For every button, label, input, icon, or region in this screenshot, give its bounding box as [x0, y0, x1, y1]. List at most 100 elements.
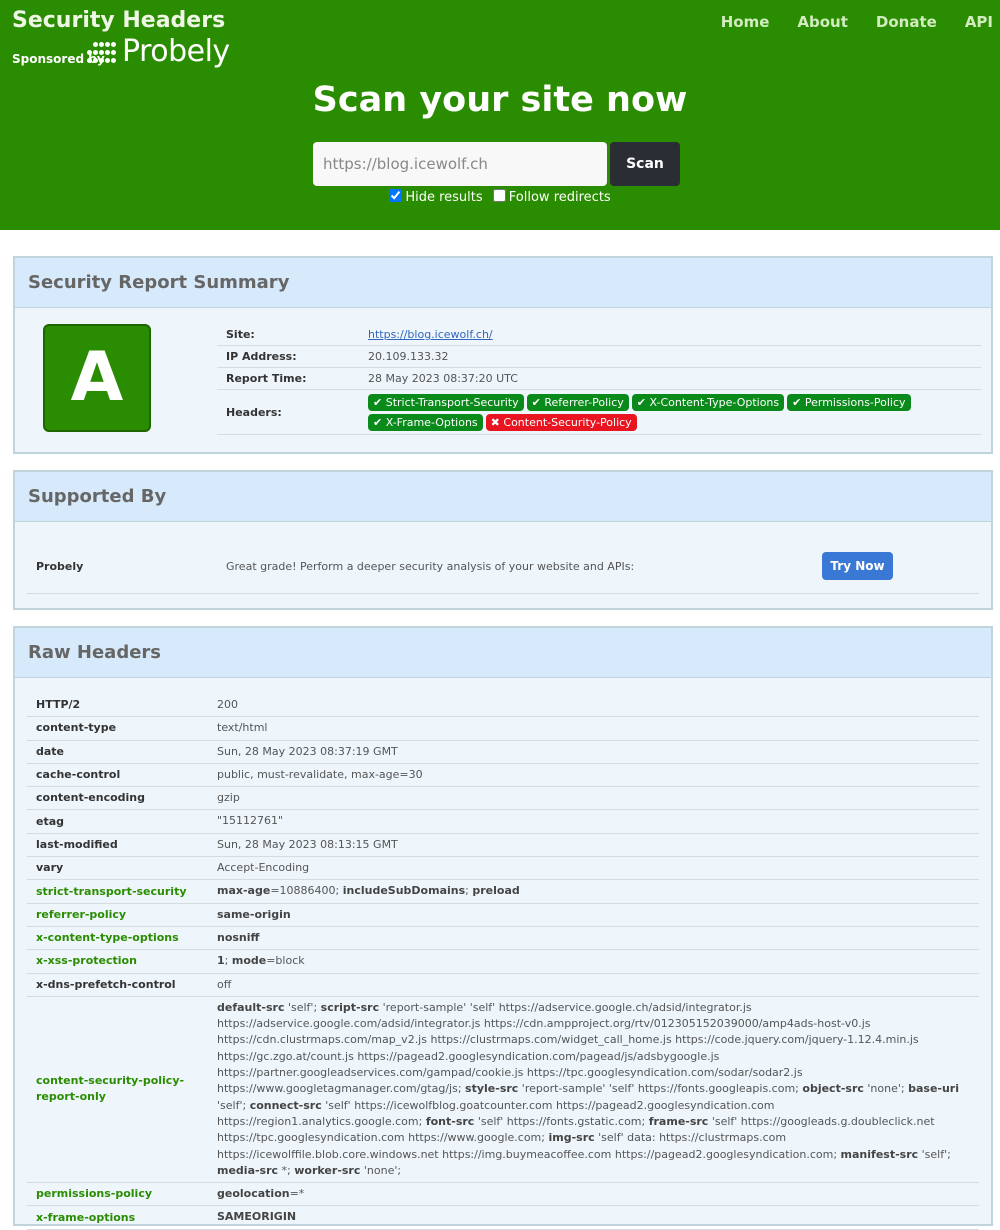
- header-value: Accept-Encoding: [217, 861, 310, 875]
- header-row: date Sun, 28 May 2023 08:37:19 GMT: [27, 741, 979, 764]
- header-badge[interactable]: ✔ Referrer-Policy: [526, 393, 629, 411]
- probely-wordmark: Probely: [122, 34, 230, 69]
- header-name: referrer-policy: [36, 907, 127, 921]
- header-name: date: [36, 744, 65, 758]
- header-badges: ✔ Strict-Transport-Security ✔ Referrer-P…: [368, 391, 981, 434]
- nav-about[interactable]: About: [797, 13, 848, 31]
- sponsor-line: Sponsored by Probely: [12, 34, 252, 72]
- supported-by-panel: Supported By Probely Great grade! Perfor…: [13, 470, 993, 610]
- sponsor-row: Probely Great grade! Perform a deeper se…: [27, 538, 979, 594]
- follow-redirects-label: Follow redirects: [508, 190, 611, 205]
- check-icon: ✔: [373, 415, 386, 429]
- header-row: content-security-policy-report-only defau…: [27, 997, 979, 1184]
- security-report-summary: Security Report Summary A Site: https://…: [13, 256, 993, 454]
- header-value: gzip: [217, 791, 240, 805]
- summary-row-headers: Headers: ✔ Strict-Transport-Security ✔ R…: [217, 390, 981, 435]
- sponsor-name: Probely: [36, 560, 84, 573]
- grade-badge: A: [43, 324, 151, 432]
- summary-label: IP Address:: [226, 350, 297, 363]
- header-row: x-frame-options SAMEORIGIN: [27, 1206, 979, 1230]
- header-badge[interactable]: ✔ X-Frame-Options: [368, 413, 483, 431]
- header-value: Sun, 28 May 2023 08:13:15 GMT: [217, 837, 398, 851]
- header-badge[interactable]: ✔ Permissions-Policy: [787, 393, 911, 411]
- header-row: vary Accept-Encoding: [27, 857, 979, 881]
- ip-address-value: 20.109.133.32: [368, 350, 449, 363]
- header-name: etag: [36, 814, 65, 828]
- check-icon: ✔: [373, 395, 386, 409]
- try-now-button[interactable]: Try Now: [822, 552, 893, 580]
- header-row: content-type text/html: [27, 717, 979, 741]
- header-name: vary: [36, 861, 64, 875]
- header-name: x-xss-protection: [36, 954, 137, 968]
- header-badge-missing[interactable]: ✖ Content-Security-Policy: [485, 413, 637, 431]
- hide-results-checkbox[interactable]: [389, 189, 403, 202]
- summary-table: Site: https://blog.icewolf.ch/ IP Addres…: [217, 324, 981, 435]
- main-nav: Home About Donate API: [693, 13, 993, 31]
- check-icon: ✔: [531, 395, 545, 409]
- raw-headers-panel: Raw Headers HTTP/2 200 content-type text/ht…: [13, 626, 993, 1230]
- scan-button[interactable]: Scan: [610, 142, 680, 186]
- raw-headers-title: Raw Headers: [15, 628, 991, 678]
- header-row: referrer-policy same-origin: [27, 904, 979, 927]
- brand: Security Headers Sponsored by Probely: [12, 8, 230, 69]
- summary-row-site: Site: https://blog.icewolf.ch/: [217, 324, 981, 346]
- header-row: content-encoding gzip: [27, 787, 979, 811]
- header-name: HTTP/2: [36, 698, 81, 712]
- header-row: etag "15112761": [27, 810, 979, 834]
- check-icon: ✔: [636, 395, 650, 409]
- header-row: x-xss-protection 1; mode=block: [27, 950, 979, 974]
- supported-title: Supported By: [15, 472, 991, 522]
- header-value: SAMEORIGIN: [217, 1210, 297, 1224]
- header-name: cache-control: [36, 768, 121, 782]
- scan-options: Hide results Follow redirects: [0, 189, 1000, 205]
- header-name: content-encoding: [36, 791, 146, 805]
- header-value: same-origin: [217, 907, 291, 921]
- header-value: off: [217, 977, 232, 991]
- summary-title: Security Report Summary: [15, 258, 991, 308]
- cross-icon: ✖: [490, 415, 504, 429]
- raw-headers-table: HTTP/2 200 content-type text/html date Sun, 2…: [27, 694, 979, 1230]
- summary-label: Headers:: [226, 405, 282, 419]
- hide-results-option[interactable]: Hide results: [389, 189, 483, 205]
- header-value: public, must-revalidate, max-age=30: [217, 767, 423, 781]
- summary-label: Site:: [226, 328, 255, 341]
- header-value: text/html: [217, 721, 268, 735]
- header-row: last-modified Sun, 28 May 2023 08:13:15 G…: [27, 834, 979, 858]
- header-name: content-type: [36, 721, 117, 735]
- header-name: x-content-type-options: [36, 931, 179, 945]
- header-value: nosniff: [217, 930, 260, 944]
- header-name: last-modified: [36, 837, 118, 851]
- header-value: "15112761": [217, 814, 284, 828]
- header-row: cache-control public, must-revalidate, ma…: [27, 764, 979, 788]
- header-row: x-dns-prefetch-control off: [27, 974, 979, 997]
- report-time-value: 28 May 2023 08:37:20 UTC: [368, 372, 518, 385]
- header-value: default-src 'self'; script-src 'report-s…: [217, 1000, 959, 1177]
- header-badge[interactable]: ✔ Strict-Transport-Security: [368, 393, 524, 411]
- scan-url-input[interactable]: [313, 142, 607, 186]
- header-value: 1; mode=block: [217, 954, 305, 968]
- site-header: Security Headers Sponsored by Probely Ho…: [0, 0, 1000, 230]
- summary-row-report-time: Report Time: 28 May 2023 08:37:20 UTC: [217, 368, 981, 390]
- header-name: strict-transport-security: [36, 884, 187, 898]
- summary-row-ip: IP Address: 20.109.133.32: [217, 346, 981, 368]
- header-value: geolocation=*: [217, 1187, 305, 1201]
- follow-redirects-option[interactable]: Follow redirects: [492, 189, 611, 205]
- site-link[interactable]: https://blog.icewolf.ch/: [368, 328, 493, 341]
- header-row: permissions-policy geolocation=*: [27, 1183, 979, 1207]
- nav-donate[interactable]: Donate: [876, 13, 937, 31]
- hide-results-label: Hide results: [405, 190, 483, 205]
- header-name: content-security-policy-report-only: [36, 1074, 185, 1104]
- site-title[interactable]: Security Headers: [12, 8, 225, 33]
- header-row: strict-transport-security max-age=1088640…: [27, 880, 979, 904]
- check-icon: ✔: [792, 395, 805, 409]
- header-badge[interactable]: ✔ X-Content-Type-Options: [631, 393, 785, 411]
- nav-api[interactable]: API: [965, 13, 993, 31]
- header-value: max-age=10886400; includeSubDomains; pre…: [217, 884, 520, 898]
- header-row: x-content-type-options nosniff: [27, 927, 979, 951]
- follow-redirects-checkbox[interactable]: [492, 189, 506, 202]
- scan-heading: Scan your site now: [312, 80, 688, 120]
- nav-home[interactable]: Home: [721, 13, 770, 31]
- header-value: 200: [217, 698, 238, 711]
- header-name: x-dns-prefetch-control: [36, 977, 176, 991]
- header-row: HTTP/2 200: [27, 694, 979, 718]
